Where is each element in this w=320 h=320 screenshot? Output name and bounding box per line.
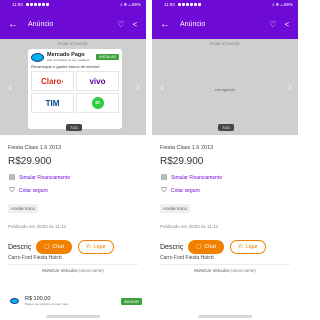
insurance-quote-link[interactable]: ⛉ Cotar seguro [160, 187, 290, 195]
page-title: Anúncio [180, 20, 206, 28]
status-time: 11:50 [164, 2, 175, 7]
call-button[interactable]: ✆ Ligar [78, 240, 114, 254]
gesture-bar[interactable] [46, 315, 100, 318]
calculator-icon: ▤ [160, 174, 168, 181]
seller-name: MoteCar Veículos [194, 268, 230, 273]
notification-icons [178, 3, 202, 7]
description-heading: Descriç [8, 244, 32, 251]
phone-icon: ✆ [86, 244, 91, 250]
back-arrow-icon[interactable]: ← [160, 19, 172, 30]
share-icon[interactable]: < [128, 20, 142, 29]
mercado-pago-logo-icon [31, 52, 44, 62]
seller-name: MoteCar Veículos [42, 268, 78, 273]
trade-badge: Aceita troca [8, 204, 38, 213]
app-bar: ← Anúncio ♡ < [152, 9, 298, 39]
simulate-financing-link[interactable]: ▤ Simular Financiamento [160, 174, 290, 182]
call-label: Ligar [245, 244, 258, 250]
gesture-bar[interactable] [198, 315, 252, 318]
favorite-heart-icon[interactable]: ♡ [114, 20, 128, 29]
operator-grid: Claro· vivo TIM oi [28, 71, 122, 113]
status-indicators: ⌕ ⊕ ⊿ 89% [120, 2, 141, 7]
chat-icon: ▢ [196, 244, 202, 250]
insurance-label: Cotar seguro [19, 188, 48, 194]
listing-details: Fiesta Class 1.6 2013 R$29.900 ▤ Simular… [152, 145, 298, 273]
ad-label: PUBLICIDADE [58, 41, 88, 46]
page-title: Anúncio [28, 20, 54, 28]
image-gallery[interactable]: PUBLICIDADE ‹ › Mercado Pago Ads vincula… [0, 39, 146, 135]
bottom-ad-banner[interactable]: R$ 100,00 Pague seu dinheiro rendeu mais… [10, 293, 142, 309]
shield-check-icon: ⛉ [161, 187, 167, 194]
operator-oi: oi [91, 97, 104, 109]
screen-right: 11:50 ⌕ ⊕ ⊿ 89% ← Anúncio ♡ < PUBLICIDAD… [152, 0, 298, 320]
bottom-ad-subtitle: Pague seu dinheiro rendeu mais [25, 302, 69, 306]
loading-text: carregando [214, 87, 236, 92]
phone-icon: ✆ [238, 244, 243, 250]
mercado-pago-logo-icon [10, 298, 19, 304]
status-time: 11:50 [12, 2, 23, 7]
gallery-prev-icon[interactable]: ‹ [8, 79, 12, 94]
gallery-next-icon[interactable]: › [136, 79, 140, 94]
shield-check-icon: ⛉ [9, 187, 15, 194]
favorite-heart-icon[interactable]: ♡ [266, 20, 280, 29]
chat-icon: ▢ [44, 244, 50, 250]
listing-title: Fiesta Class 1.6 2013 [8, 145, 62, 151]
mercado-pago-ad[interactable]: Mercado Pago Ads vinculados ao seu cadas… [28, 49, 122, 129]
call-button[interactable]: ✆ Ligar [230, 240, 266, 254]
chat-label: Chat [52, 244, 64, 250]
status-indicators: ⌕ ⊕ ⊿ 89% [272, 2, 293, 7]
insurance-label: Cotar seguro [171, 188, 200, 194]
chat-label: Chat [204, 244, 216, 250]
published-date: Publicado em 20/03 às 11:43 [8, 224, 66, 229]
operator-tim: TIM [31, 93, 74, 113]
download-button[interactable]: BAIXAR [121, 297, 142, 305]
notification-icons [26, 3, 50, 7]
call-label: Ligar [93, 244, 106, 250]
operator-vivo: vivo [76, 71, 119, 91]
screen-left: 11:50 ⌕ ⊕ ⊿ 89% ← Anúncio ♡ < PUBLICIDAD… [0, 0, 146, 320]
seller-info[interactable]: MoteCar Veículos (anunciante) [8, 264, 138, 273]
listing-details: Fiesta Class 1.6 2013 R$29.900 ▤ Simular… [0, 145, 146, 273]
published-date: Publicado em 20/03 às 11:43 [160, 224, 218, 229]
ad-label: PUBLICIDADE [210, 41, 240, 46]
image-counter: 7/13 [66, 124, 82, 131]
insurance-quote-link[interactable]: ⛉ Cotar seguro [8, 187, 138, 195]
calculator-icon: ▤ [8, 174, 16, 181]
install-button[interactable]: INSTALAR [96, 54, 119, 60]
listing-title: Fiesta Class 1.6 2013 [160, 145, 214, 151]
description-heading: Descriç [160, 244, 184, 251]
financing-label: Simular Financiamento [171, 175, 223, 181]
chat-button[interactable]: ▢ Chat [36, 240, 72, 254]
ad-brand-tag: Ads vinculados ao seu cadastro [47, 58, 90, 62]
app-bar: ← Anúncio ♡ < [0, 9, 146, 39]
simulate-financing-link[interactable]: ▤ Simular Financiamento [8, 174, 138, 182]
share-icon[interactable]: < [280, 20, 294, 29]
seller-info[interactable]: MoteCar Veículos (anunciante) [160, 264, 290, 273]
image-counter: 7/13 [218, 124, 234, 131]
trade-badge: Aceita troca [160, 204, 190, 213]
image-gallery[interactable]: PUBLICIDADE ‹ › carregando 7/13 [152, 39, 298, 135]
financing-label: Simular Financiamento [19, 175, 71, 181]
listing-price: R$29.900 [160, 156, 204, 167]
listing-price: R$29.900 [8, 156, 52, 167]
status-bar: 11:50 ⌕ ⊕ ⊿ 89% [0, 0, 146, 9]
chat-button[interactable]: ▢ Chat [188, 240, 224, 254]
seller-note: (anunciante) [78, 268, 104, 273]
operator-claro: Claro· [31, 71, 74, 91]
seller-note: (anunciante) [230, 268, 256, 273]
ad-subtitle: Recarregue e ganhe bônus de internet [31, 64, 100, 69]
back-arrow-icon[interactable]: ← [8, 19, 20, 30]
status-bar: 11:50 ⌕ ⊕ ⊿ 89% [152, 0, 298, 9]
